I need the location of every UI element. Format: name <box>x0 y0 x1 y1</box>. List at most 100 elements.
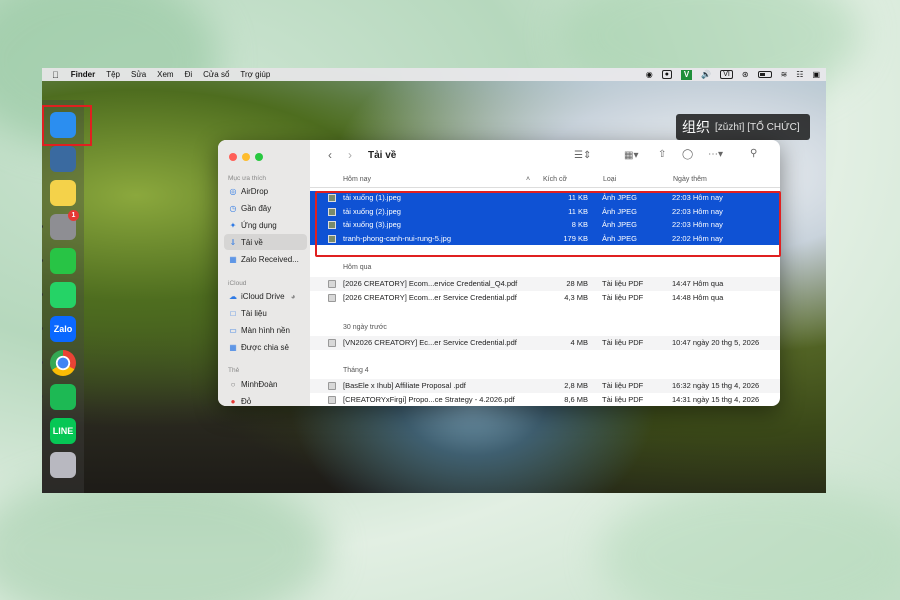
dock-app-chrome[interactable] <box>42 350 76 376</box>
sidebar-item-tag-minhdoan[interactable]: ○ MinhĐoàn <box>224 376 307 392</box>
menu-edit[interactable]: Sửa <box>131 70 146 79</box>
dock: 1 Zalo LINE <box>42 100 84 493</box>
sidebar-item-label: iCloud Drive <box>241 291 285 301</box>
dictionary-pinyin: [zǔzhī] [TỔ CHỨC] <box>715 121 800 133</box>
cloud-icon: ☁ <box>229 291 237 301</box>
file-date: 14:31 ngày 15 thg 4, 2026 <box>672 394 760 404</box>
line-menu-icon[interactable]: ● <box>661 70 672 79</box>
sidebar-item-documents[interactable]: □ Tài liệu <box>224 305 307 321</box>
sidebar-item-label: AirDrop <box>241 186 269 196</box>
sidebar-item-label: Zalo Received... <box>241 254 299 264</box>
search-icon[interactable]: ⚲ <box>750 148 757 159</box>
running-indicator <box>42 429 43 432</box>
finder-highlight-box <box>42 105 92 146</box>
window-controls <box>229 153 263 161</box>
sidebar-item-zalo-received[interactable]: ▦ Zalo Received... <box>224 251 307 267</box>
file-name: [BasEle x Ihub] Affiliate Proposal .pdf <box>343 381 466 390</box>
sidebar-item-applications[interactable]: ✦ Ứng dụng <box>224 217 307 233</box>
download-icon: ⇓ <box>229 237 237 247</box>
sort-chevron-icon[interactable]: ˄ <box>526 176 530 183</box>
bg-blot <box>600 480 900 600</box>
sidebar-item-shared[interactable]: ▦ Được chia sẻ <box>224 339 307 355</box>
sidebar-item-label: Ứng dụng <box>241 220 277 230</box>
column-date-added[interactable]: Ngày thêm <box>673 176 707 183</box>
menu-app-name[interactable]: Finder <box>71 70 95 79</box>
share-icon[interactable]: ⇧ <box>658 149 666 160</box>
column-name[interactable]: Hôm nay <box>343 176 371 183</box>
file-name: [CREATORYxFirgi] Propo...ce Strategy - 4… <box>343 394 515 404</box>
close-button[interactable] <box>229 153 237 161</box>
dock-app-spotify[interactable] <box>42 384 76 410</box>
notification-badge: 1 <box>68 210 79 221</box>
column-kind[interactable]: Loại <box>603 176 616 183</box>
list-view-icon[interactable]: ☰⇕ <box>574 150 591 161</box>
pdf-file-icon <box>328 280 336 288</box>
input-source-icon[interactable]: VI <box>720 70 733 79</box>
dock-app-launchpad[interactable] <box>50 452 76 478</box>
group-view-icon[interactable]: ▦▾ <box>624 150 638 161</box>
dock-app-wechat[interactable] <box>42 248 76 274</box>
v-input-icon[interactable]: V <box>680 69 693 80</box>
file-row[interactable]: [BasEle x Ihub] Affiliate Proposal .pdf 2… <box>310 379 780 393</box>
running-indicator <box>42 293 43 296</box>
zoom-button[interactable] <box>255 153 263 161</box>
menu-bar:  Finder Tệp Sửa Xem Đi Cửa sổ Trợ giúp … <box>42 68 826 81</box>
back-icon[interactable]: ‹ <box>328 148 332 162</box>
file-size: 28 MB <box>566 279 588 288</box>
menu-go[interactable]: Đi <box>185 70 193 79</box>
apple-icon[interactable]:  <box>52 70 59 80</box>
running-indicator <box>42 225 43 228</box>
volume-icon[interactable]: 🔊 <box>701 70 711 80</box>
finder-toolbar: ‹ › Tải về ☰⇕ ▦▾ ⇧ ◯ ⋯▾ ⚲ <box>310 140 780 172</box>
sidebar-item-recents[interactable]: ◷ Gần đây <box>224 200 307 216</box>
sidebar-item-downloads[interactable]: ⇓ Tải về <box>224 234 307 250</box>
file-name: [VN2026 CREATORY] Ec...er Service Creden… <box>343 338 517 347</box>
sidebar-header-favorites: Mục ưa thích <box>228 175 266 182</box>
file-date: 10:47 ngày 20 thg 5, 2026 <box>672 338 760 347</box>
dock-app-zalo[interactable]: Zalo <box>42 316 76 342</box>
sidebar-item-label: MinhĐoàn <box>241 379 278 389</box>
record-icon[interactable]: ◉ <box>646 70 653 80</box>
control-center-icon[interactable]: ☷ <box>796 70 803 80</box>
menu-view[interactable]: Xem <box>157 70 173 79</box>
dock-app-system-settings[interactable]: 1 <box>42 210 79 240</box>
sidebar-item-icloud-drive[interactable]: ☁ iCloud Drive ◕ <box>224 288 307 304</box>
file-row[interactable]: [VN2026 CREATORY] Ec...er Service Creden… <box>310 336 780 350</box>
file-kind: Tài liệu PDF <box>602 394 644 404</box>
user-switch-icon[interactable]: ▣ <box>812 70 820 80</box>
file-row[interactable]: [CREATORYxFirgi] Propo...ce Strategy - 4… <box>310 393 780 407</box>
file-name: [2026 CREATORY] Ecom...er Service Creden… <box>343 292 517 302</box>
file-date: 16:32 ngày 15 thg 4, 2026 <box>672 381 760 390</box>
minimize-button[interactable] <box>242 153 250 161</box>
file-date: 14:48 Hôm qua <box>672 292 724 302</box>
sidebar-item-tag-red[interactable]: ● Đỏ <box>224 393 307 406</box>
tag-icon[interactable]: ◯ <box>682 149 693 160</box>
dock-app-find-my[interactable] <box>50 146 76 172</box>
sidebar-item-airdrop[interactable]: ◎ AirDrop <box>224 183 307 199</box>
column-size[interactable]: Kích cỡ <box>543 176 567 183</box>
dock-app-label: LINE <box>52 426 74 436</box>
airplay-icon[interactable]: ⊛ <box>742 70 749 80</box>
file-row[interactable]: [2026 CREATORY] Ecom...ervice Credential… <box>310 277 780 291</box>
folder-icon: ▦ <box>229 254 237 264</box>
group-header-yesterday: Hôm qua <box>343 264 372 271</box>
file-name: [2026 CREATORY] Ecom...ervice Credential… <box>343 279 518 288</box>
battery-icon[interactable] <box>757 71 772 78</box>
more-actions-icon[interactable]: ⋯▾ <box>708 149 723 160</box>
dock-app-notes[interactable] <box>50 180 76 206</box>
sidebar-item-label: Tài liệu <box>241 308 267 318</box>
file-size: 8,6 MB <box>564 394 588 404</box>
menu-window[interactable]: Cửa sổ <box>203 70 229 79</box>
desktop-icon: ▭ <box>229 325 237 335</box>
menu-help[interactable]: Trợ giúp <box>240 70 270 79</box>
dock-app-line[interactable]: LINE <box>42 418 76 444</box>
menu-file[interactable]: Tệp <box>106 70 120 79</box>
pdf-file-icon <box>328 293 336 302</box>
dock-app-whatsapp[interactable] <box>42 282 76 308</box>
forward-icon[interactable]: › <box>348 148 352 162</box>
applications-icon: ✦ <box>229 220 237 230</box>
file-row[interactable]: [2026 CREATORY] Ecom...er Service Creden… <box>310 291 780 305</box>
sidebar-item-desktop[interactable]: ▭ Màn hình nền <box>224 322 307 338</box>
running-indicator <box>42 361 43 364</box>
wifi-icon[interactable]: ≋ <box>781 70 788 80</box>
